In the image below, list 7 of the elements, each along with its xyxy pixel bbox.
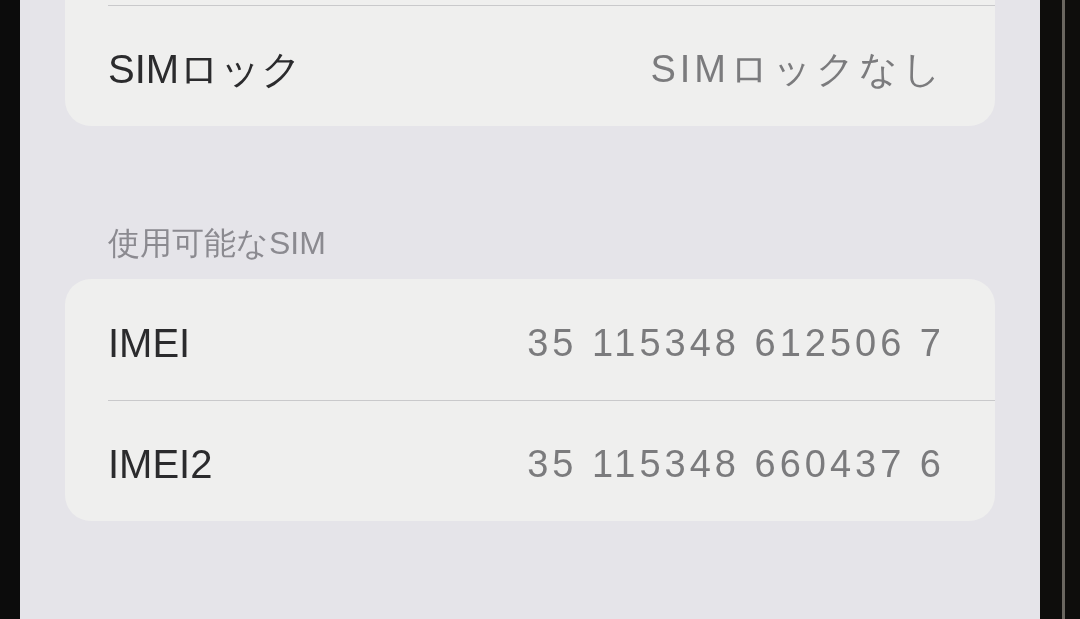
row-label: IMEI (108, 319, 191, 366)
row-value: 35 115348 612506 7 (527, 320, 945, 366)
row-value: 35 115348 660437 6 (527, 442, 945, 487)
row-label: SIMロック (108, 46, 303, 92)
row-value: SIMロックなし (650, 47, 945, 92)
row-label: IMEI2 (108, 441, 213, 487)
section-header: 使用可能なSIM (108, 224, 326, 263)
